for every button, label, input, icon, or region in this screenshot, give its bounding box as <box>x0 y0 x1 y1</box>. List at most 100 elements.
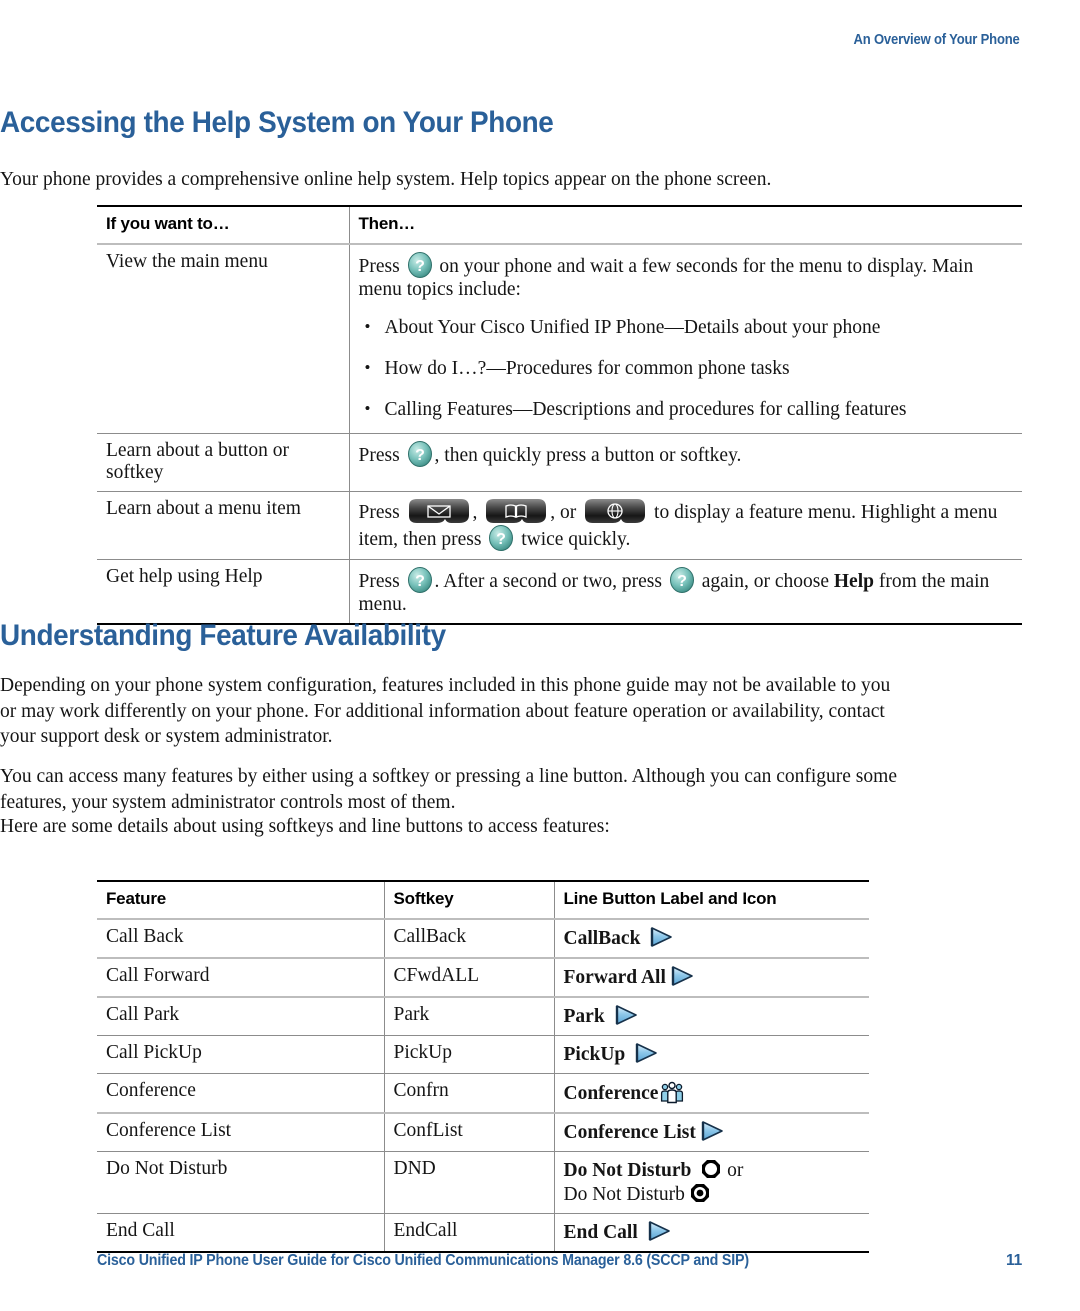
cell-line-button: Park <box>553 997 869 1036</box>
document-page: An Overview of Your Phone Accessing the … <box>0 0 1080 1311</box>
line-button-label: Park <box>563 1006 605 1027</box>
dnd-line-2: Do Not Disturb <box>564 1182 861 1206</box>
dnd-or-text: or <box>727 1160 744 1181</box>
messages-envelope-icon <box>407 498 471 524</box>
then-text-mid2: again, or choose <box>701 571 829 592</box>
then-text-post: on your phone and wait a few seconds for… <box>358 256 974 300</box>
table-row: Call PickUp PickUp PickUp <box>97 1035 869 1074</box>
cell-feature: Conference <box>97 1073 384 1114</box>
svg-text:?: ? <box>415 258 425 275</box>
help-question-icon: ? <box>668 566 696 594</box>
cell-softkey: PickUp <box>383 1035 554 1074</box>
feature-softkey-table: Feature Softkey Line Button Label and Ic… <box>97 880 869 1253</box>
line-button-label: CallBack <box>563 928 641 949</box>
then-text-mid1: . After a second or two, press <box>434 571 662 592</box>
arrow-right-icon <box>648 926 674 948</box>
line-button-label: Conference List <box>563 1122 696 1143</box>
cell-line-button: CallBack <box>553 919 869 959</box>
svg-text:?: ? <box>496 531 506 548</box>
cell-softkey: Park <box>383 997 554 1036</box>
then-text-bold-help: Help <box>833 571 874 592</box>
table-row: Call Forward CFwdALL Forward All <box>97 958 869 998</box>
footer-guide-title: Cisco Unified IP Phone User Guide for Ci… <box>97 1252 749 1269</box>
then-text-mid2: , or <box>550 502 577 523</box>
cell-line-button: Conference List <box>553 1113 869 1152</box>
running-head: An Overview of Your Phone <box>853 32 1020 48</box>
list-item: How do I…?—Procedures for common phone t… <box>365 355 1014 381</box>
line-button-label: Conference <box>563 1083 659 1104</box>
cell-softkey: Confrn <box>383 1073 554 1114</box>
table-row: Get help using Help Press ? . After a se… <box>97 559 1022 625</box>
cell-feature: Call Park <box>97 997 384 1036</box>
arrow-right-icon <box>646 1220 672 1242</box>
arrow-right-icon <box>613 1004 639 1026</box>
cell-softkey: DND <box>383 1151 554 1214</box>
cell-line-button: Do Not Disturb or Do Not Disturb <box>553 1151 869 1214</box>
page-title-feature-availability: Understanding Feature Availability <box>0 619 446 652</box>
column-header-softkey: Softkey <box>383 880 554 920</box>
table-row: End Call EndCall End Call <box>97 1213 869 1253</box>
cell-feature: End Call <box>97 1213 384 1253</box>
cell-want-learn-button-softkey: Learn about a button or softkey <box>97 433 349 492</box>
list-item: About Your Cisco Unified IP Phone—Detail… <box>365 314 1014 340</box>
then-text-post: , then quickly press a button or softkey… <box>434 445 742 466</box>
line-button-label: End Call <box>563 1222 638 1243</box>
cell-then-view-main-menu: Press ? on your phone and wait a few sec… <box>348 244 1022 434</box>
feature-paragraph-2: You can access many features by either u… <box>0 766 897 813</box>
services-globe-icon <box>583 498 647 524</box>
column-header-feature: Feature <box>97 880 384 920</box>
table-header-row: If you want to… Then… <box>97 205 1022 245</box>
feature-paragraph-1: Depending on your phone system configura… <box>0 675 891 747</box>
line-button-label: Forward All <box>563 967 666 988</box>
cell-feature: Call Forward <box>97 958 384 998</box>
cell-feature: Call Back <box>97 919 384 959</box>
cell-want-learn-menu-item: Learn about a menu item <box>97 491 349 560</box>
table-row: View the main menu Press ? on your phone… <box>97 244 1022 434</box>
cell-feature: Do Not Disturb <box>97 1151 384 1214</box>
cell-feature: Call PickUp <box>97 1035 384 1074</box>
feature-paragraph-3: Here are some details about using softke… <box>0 816 610 837</box>
list-item: Calling Features—Descriptions and proced… <box>365 396 1014 422</box>
conference-people-icon <box>660 1080 684 1104</box>
column-header-if-you-want-to: If you want to… <box>97 205 349 245</box>
cell-then-get-help-using-help: Press ? . After a second or two, press ? <box>348 559 1022 625</box>
help-question-icon: ? <box>406 566 434 594</box>
line-button-label: PickUp <box>563 1044 626 1065</box>
then-text-pre: Press <box>358 256 400 277</box>
cell-line-button: PickUp <box>553 1035 869 1074</box>
help-question-icon: ? <box>487 524 515 552</box>
cell-softkey: ConfList <box>383 1113 554 1152</box>
cell-feature: Conference List <box>97 1113 384 1152</box>
table-row: Learn about a button or softkey Press ? … <box>97 433 1022 492</box>
help-question-icon: ? <box>406 251 434 279</box>
cell-line-button: End Call <box>553 1213 869 1253</box>
page-footer: Cisco Unified IP Phone User Guide for Ci… <box>97 1252 1022 1270</box>
line-button-label: Do Not Disturb <box>563 1160 692 1181</box>
table-row: Conference Confrn Conference <box>97 1073 869 1114</box>
page-title-help-system: Accessing the Help System on Your Phone <box>0 106 554 139</box>
then-text-pre: Press <box>358 571 400 592</box>
then-text-pre: Press <box>358 502 400 523</box>
column-header-then: Then… <box>348 205 1022 245</box>
table-row: Call Park Park Park <box>97 997 869 1036</box>
footer-page-number: 11 <box>1006 1252 1022 1269</box>
cell-softkey: CallBack <box>383 919 554 959</box>
arrow-right-icon <box>669 965 695 987</box>
then-text-pre: Press <box>358 445 400 466</box>
help-system-table: If you want to… Then… View the main menu… <box>97 205 1022 625</box>
svg-text:?: ? <box>415 573 425 590</box>
arrow-right-icon <box>633 1042 659 1064</box>
dnd-outline-icon <box>700 1158 722 1180</box>
table-header-row: Feature Softkey Line Button Label and Ic… <box>97 880 869 920</box>
arrow-right-icon <box>699 1120 725 1142</box>
table-row: Call Back CallBack CallBack <box>97 919 869 959</box>
cell-softkey: EndCall <box>383 1213 554 1253</box>
help-intro-paragraph: Your phone provides a comprehensive onli… <box>0 169 772 190</box>
cell-line-button: Conference <box>553 1073 869 1114</box>
cell-then-learn-button-softkey: Press ? , then quickly press a button or… <box>348 433 1022 492</box>
table-row: Do Not Disturb DND Do Not Disturb or Do … <box>97 1151 869 1214</box>
cell-want-get-help-using-help: Get help using Help <box>97 559 349 625</box>
svg-text:?: ? <box>677 573 687 590</box>
cell-then-learn-menu-item: Press , , or to display a feature menu. … <box>348 491 1022 560</box>
main-menu-topics-list: About Your Cisco Unified IP Phone—Detail… <box>359 314 1014 422</box>
